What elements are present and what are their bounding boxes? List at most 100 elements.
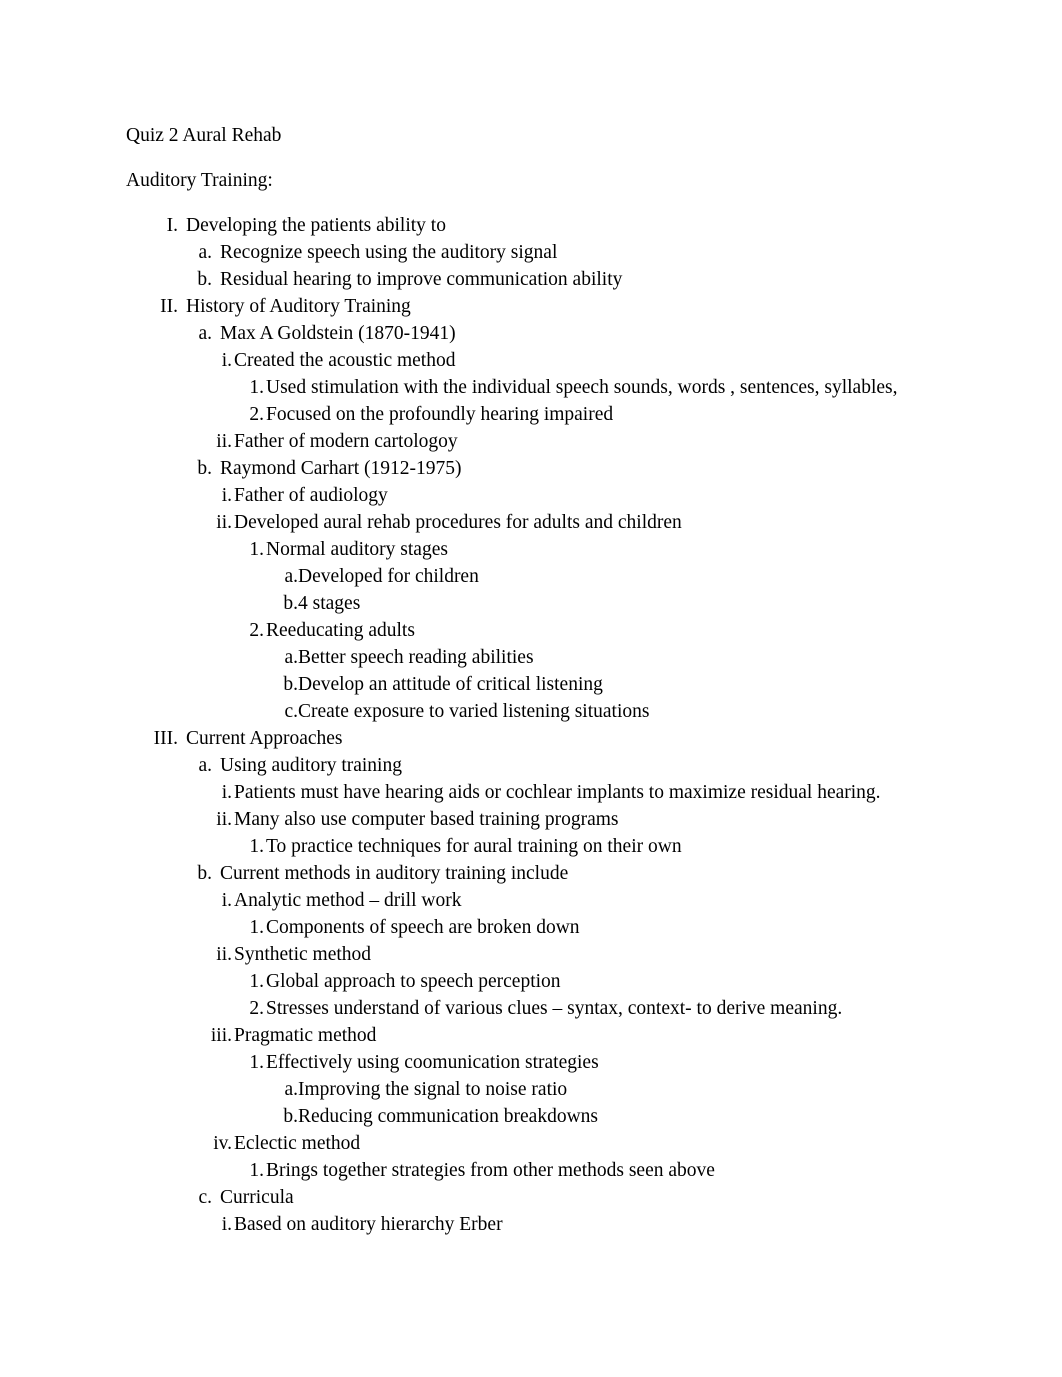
outline-item: i. Analytic method – drill work (126, 887, 946, 914)
outline-list: I. Developing the patients ability to a. Re… (126, 212, 946, 1238)
outline-item-marker: 2. (249, 404, 264, 425)
outline-item-text: Stresses understand of various clues – s… (266, 998, 843, 1019)
outline-item-marker: a. (198, 323, 212, 344)
outline-item-text: Improving the signal to noise ratio (298, 1079, 568, 1100)
outline-item: 1. Effectively using coomunication strate… (126, 1049, 946, 1076)
outline-item: a. Developed for children (126, 563, 946, 590)
outline-item-marker: ii. (216, 809, 232, 830)
outline-item: 1. To practice techniques for aural train… (126, 833, 946, 860)
outline-item-text: Based on auditory hierarchy Erber (234, 1214, 503, 1235)
outline-item-marker: i. (221, 485, 232, 506)
outline-item: 1. Brings together strategies from other … (126, 1157, 946, 1184)
outline-item-marker: a. (284, 1079, 298, 1100)
outline-item: 1. Global approach to speech perception (126, 968, 946, 995)
outline-item-text: Patients must have hearing aids or cochl… (234, 782, 881, 803)
outline-item-text: Max A Goldstein (1870-1941) (220, 323, 456, 344)
outline-item: ii. Father of modern cartologoy (126, 428, 946, 455)
outline-item-text: Reducing communication breakdowns (298, 1106, 599, 1127)
outline-item-marker: b. (283, 593, 298, 614)
outline-item-marker: 1. (249, 1160, 264, 1181)
outline-item-text: Raymond Carhart (1912-1975) (220, 458, 462, 479)
document-body: Quiz 2 Aural Rehab Auditory Training: I.… (126, 122, 946, 1238)
outline-item: II. History of Auditory Training (126, 293, 946, 320)
outline-item-marker: a. (284, 647, 298, 668)
outline-item: b. Residual hearing to improve communicat… (126, 266, 946, 293)
outline-item-text: Created the acoustic method (234, 350, 456, 371)
outline-item-text: Developed aural rehab procedures for adu… (234, 512, 682, 533)
outline-item-text: Curricula (220, 1187, 294, 1208)
outline-item-text: Analytic method – drill work (234, 890, 462, 911)
outline-item: III. Current Approaches (126, 725, 946, 752)
outline-item: 1. Components of speech are broken down (126, 914, 946, 941)
outline-item-marker: iv. (213, 1133, 232, 1154)
outline-item-marker: ii. (216, 512, 232, 533)
outline-item: 2. Focused on the profoundly hearing impa… (126, 401, 946, 428)
outline-item: i. Patients must have hearing aids or coc… (126, 779, 946, 806)
outline-item-marker: b. (197, 458, 212, 479)
outline-item: c. Create exposure to varied listening si… (126, 698, 946, 725)
outline-item-marker: 1. (249, 377, 264, 398)
outline-item: a. Improving the signal to noise ratio (126, 1076, 946, 1103)
outline-item: ii. Synthetic method (126, 941, 946, 968)
outline-item: a. Better speech reading abilities (126, 644, 946, 671)
outline-item: iii. Pragmatic method (126, 1022, 946, 1049)
outline-item-marker: b. (197, 269, 212, 290)
outline-item-marker: 2. (249, 998, 264, 1019)
outline-item-marker: ii. (216, 944, 232, 965)
outline-item-marker: i. (221, 350, 232, 371)
outline-item-text: Synthetic method (234, 944, 372, 965)
outline-item-marker: III. (153, 728, 178, 749)
outline-item-text: Normal auditory stages (266, 539, 448, 560)
outline-item-marker: i. (221, 890, 232, 911)
outline-item-marker: ii. (216, 431, 232, 452)
document-page: Quiz 2 Aural Rehab Auditory Training: I.… (0, 0, 1062, 1377)
outline-item-text: Eclectic method (234, 1133, 361, 1154)
document-title: Quiz 2 Aural Rehab (126, 125, 282, 146)
outline-item-text: Father of modern cartologoy (234, 431, 458, 452)
outline-item-marker: II. (160, 296, 178, 317)
outline-item-text: Reeducating adults (266, 620, 415, 641)
outline-item-marker: i. (221, 782, 232, 803)
outline-item-marker: a. (198, 755, 212, 776)
outline-item: i. Created the acoustic method (126, 347, 946, 374)
outline-item-marker: b. (197, 863, 212, 884)
outline-item-text: Using auditory training (220, 755, 402, 776)
outline-item: a. Using auditory training (126, 752, 946, 779)
outline-item-marker: 1. (249, 836, 264, 857)
outline-item: 2. Reeducating adults (126, 617, 946, 644)
outline-item-text: Used stimulation with the individual spe… (266, 377, 898, 398)
outline-item-text: To practice techniques for aural trainin… (266, 836, 682, 857)
outline-item-text: Components of speech are broken down (266, 917, 580, 938)
outline-item: b. Reducing communication breakdowns (126, 1103, 946, 1130)
outline-item: b. Raymond Carhart (1912-1975) (126, 455, 946, 482)
outline-item-text: Developing the patients ability to (186, 215, 446, 236)
outline-item-marker: b. (283, 674, 298, 695)
outline-item-text: Pragmatic method (234, 1025, 377, 1046)
outline-item-text: Create exposure to varied listening situ… (298, 701, 650, 722)
section-heading-auditory-training: Auditory Training: (126, 170, 273, 191)
outline-item: ii. Many also use computer based training… (126, 806, 946, 833)
outline-item: iv. Eclectic method (126, 1130, 946, 1157)
outline-item-text: Better speech reading abilities (298, 647, 534, 668)
outline-item-text: Current methods in auditory training inc… (220, 863, 569, 884)
outline-item-marker: 1. (249, 917, 264, 938)
outline-item: c. Curricula (126, 1184, 946, 1211)
outline-item: b. Current methods in auditory training i… (126, 860, 946, 887)
outline-item-text: 4 stages (298, 593, 361, 614)
outline-item-marker: c. (198, 1187, 212, 1208)
outline-item-marker: b. (283, 1106, 298, 1127)
outline-item: i. Father of audiology (126, 482, 946, 509)
outline-item-text: Recognize speech using the auditory sign… (220, 242, 558, 263)
outline-item-text: Effectively using coomunication strategi… (266, 1052, 599, 1073)
outline-item-text: Develop an attitude of critical listenin… (298, 674, 603, 695)
outline-item: 2. Stresses understand of various clues –… (126, 995, 946, 1022)
outline-item-text: Residual hearing to improve communicatio… (220, 269, 623, 290)
outline-item-marker: a. (284, 566, 298, 587)
outline-item: a. Max A Goldstein (1870-1941) (126, 320, 946, 347)
outline-item-text: Brings together strategies from other me… (266, 1160, 715, 1181)
outline-item-marker: 1. (249, 1052, 264, 1073)
outline-item-marker: c. (284, 701, 298, 722)
outline-item-marker: a. (198, 242, 212, 263)
outline-item-marker: 1. (249, 539, 264, 560)
outline-item-text: Current Approaches (186, 728, 343, 749)
